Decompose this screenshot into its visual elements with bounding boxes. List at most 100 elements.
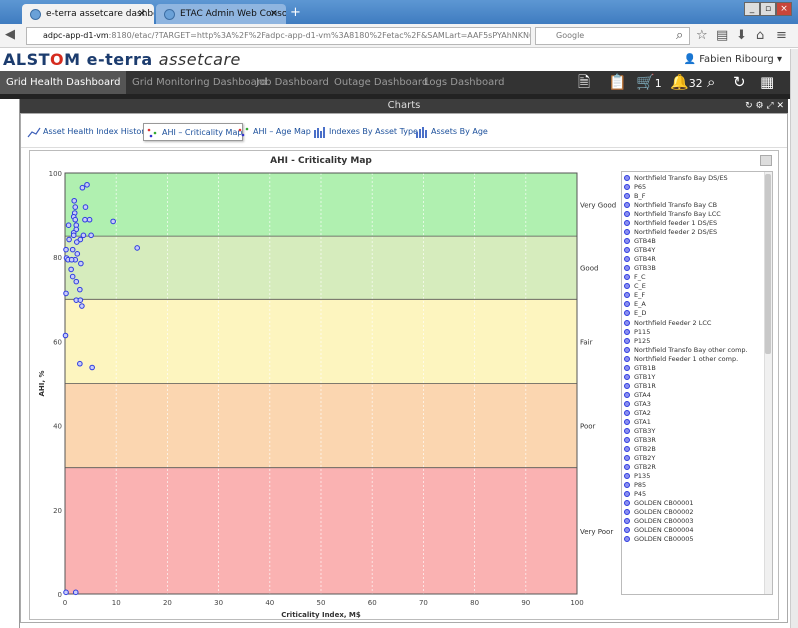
close-window-button[interactable]: ×	[776, 2, 792, 16]
legend-item[interactable]: GTA3	[624, 400, 762, 409]
legend-item[interactable]: Northfield Transfo Bay LCC	[624, 210, 762, 219]
maximize-window-button[interactable]: ▫	[760, 2, 776, 16]
panel-controls[interactable]: ↻ ⚙ ⤢ ✕	[745, 99, 784, 113]
legend-item[interactable]: C_E	[624, 282, 762, 291]
clipboard-icon[interactable]: ▤	[716, 28, 728, 43]
legend-item[interactable]: GTB3R	[624, 436, 762, 445]
data-point[interactable]	[72, 589, 79, 596]
data-point[interactable]	[72, 204, 79, 210]
back-arrow-icon[interactable]: ◀	[5, 27, 15, 42]
url-input[interactable]: adpc-app-d1-vm:8180/etac/?TARGET=http%3A…	[26, 27, 531, 45]
legend-item[interactable]: GOLDEN CB00005	[624, 535, 762, 544]
minimize-window-button[interactable]: _	[744, 2, 760, 16]
nav-logs-dashboard[interactable]: Logs Dashboard	[418, 71, 511, 94]
data-point[interactable]	[73, 239, 80, 245]
legend-item[interactable]: GTB2B	[624, 445, 762, 454]
tab-ahi-criticality-map[interactable]: AHI – Criticality Map	[143, 123, 244, 141]
legend-item[interactable]: GTA1	[624, 418, 762, 427]
data-point[interactable]	[69, 246, 76, 253]
data-point[interactable]	[63, 246, 69, 253]
grid-apps-icon[interactable]: ▦	[760, 73, 774, 91]
star-bookmark-icon[interactable]: ☆	[696, 28, 708, 43]
data-point[interactable]	[82, 216, 88, 223]
data-point[interactable]	[63, 589, 69, 596]
bell-icon[interactable]: 🔔32	[670, 73, 703, 93]
data-point[interactable]	[65, 222, 72, 229]
new-tab-button[interactable]: +	[290, 5, 301, 21]
legend-item[interactable]: GTB3Y	[624, 427, 762, 436]
data-point[interactable]	[134, 245, 140, 251]
data-point[interactable]	[74, 251, 81, 257]
data-point[interactable]	[68, 266, 74, 273]
legend-item[interactable]: GTB4Y	[624, 246, 762, 255]
legend-item[interactable]: P85	[624, 481, 762, 490]
legend-item[interactable]: Northfield feeder 2 DS/ES	[624, 228, 762, 237]
data-point[interactable]	[70, 232, 77, 239]
legend-item[interactable]: F_C	[624, 273, 762, 282]
legend-item[interactable]: P125	[624, 337, 762, 346]
refresh-icon[interactable]: ↻	[733, 73, 746, 91]
search-input[interactable]: Google	[535, 27, 690, 45]
home-icon[interactable]: ⌂	[756, 28, 764, 43]
page-scrollbar[interactable]	[790, 49, 798, 628]
data-point[interactable]	[62, 332, 69, 339]
export-document-icon[interactable]: 🗎	[578, 73, 590, 91]
legend-item[interactable]: Northfield Transfo Bay DS/ES	[624, 174, 762, 183]
data-point[interactable]	[78, 260, 84, 267]
export-chart-button[interactable]	[760, 155, 772, 166]
menu-icon[interactable]: ≡	[776, 28, 787, 43]
data-point[interactable]	[77, 360, 83, 367]
data-point[interactable]	[110, 218, 116, 225]
data-point[interactable]	[77, 286, 83, 293]
nav-grid-health-dashboard[interactable]: Grid Health Dashboard	[0, 71, 127, 94]
legend-item[interactable]: GTB1Y	[624, 373, 762, 382]
nav-job-dashboard[interactable]: Job Dashboard	[250, 71, 335, 94]
tab-ahi-age-map[interactable]: AHI – Age Map	[235, 123, 311, 141]
legend-item[interactable]: GTB1B	[624, 364, 762, 373]
legend-item[interactable]: GOLDEN CB00001	[624, 499, 762, 508]
data-point[interactable]	[86, 216, 93, 223]
data-point[interactable]	[71, 197, 78, 204]
tab-assets-by-age[interactable]: Assets By Age	[413, 123, 488, 141]
legend-item[interactable]: E_F	[624, 291, 762, 300]
data-point[interactable]	[73, 278, 80, 285]
close-tab-icon[interactable]: ×	[270, 4, 278, 24]
legend-item[interactable]: Northfield Feeder 2 LCC	[624, 319, 762, 328]
search-icon[interactable]: ⌕	[707, 73, 715, 91]
tab-indexes-by-asset-type[interactable]: Indexes By Asset Type	[311, 123, 418, 141]
legend-item[interactable]: GOLDEN CB00002	[624, 508, 762, 517]
legend-item[interactable]: GTB2Y	[624, 454, 762, 463]
data-point[interactable]	[63, 290, 69, 297]
legend-item[interactable]: E_A	[624, 300, 762, 309]
legend-item[interactable]: GTB1R	[624, 382, 762, 391]
legend-item[interactable]: P135	[624, 472, 762, 481]
legend-item[interactable]: GOLDEN CB00003	[624, 517, 762, 526]
legend-item[interactable]: GOLDEN CB00004	[624, 526, 762, 535]
legend-item[interactable]: P115	[624, 328, 762, 337]
legend-item[interactable]: GTB4B	[624, 237, 762, 246]
legend-item[interactable]: Northfield Transfo Bay CB	[624, 201, 762, 210]
legend-item[interactable]: B_F	[624, 192, 762, 201]
data-point[interactable]	[79, 184, 86, 191]
legend-item[interactable]: GTA2	[624, 409, 762, 418]
browser-tab-admin-console[interactable]: ETAC Admin Web Console ×	[156, 4, 286, 24]
data-point[interactable]	[79, 303, 85, 309]
data-point[interactable]	[66, 236, 72, 243]
cart-icon[interactable]: 🛒1	[636, 73, 662, 93]
legend-item[interactable]: GTB3B	[624, 264, 762, 273]
legend-item[interactable]: Northfield feeder 1 DS/ES	[624, 219, 762, 228]
legend-item[interactable]: GTB2R	[624, 463, 762, 472]
legend-item[interactable]: P65	[624, 183, 762, 192]
data-point[interactable]	[68, 256, 75, 263]
clipboard-list-icon[interactable]: 📋	[608, 73, 627, 91]
user-menu[interactable]: 👤 Fabien Ribourg ▾	[684, 54, 782, 65]
legend-scroll-thumb[interactable]	[765, 174, 771, 354]
legend-item[interactable]: P45	[624, 490, 762, 499]
legend-scrollbar[interactable]	[764, 172, 772, 594]
legend-item[interactable]: Northfield Transfo Bay other comp.	[624, 346, 762, 355]
data-point[interactable]	[72, 216, 79, 223]
tab-asset-health-index-history[interactable]: Asset Health Index History	[25, 123, 149, 141]
browser-tab-assetcare[interactable]: e-terra assetcare dashboard ×	[22, 4, 154, 24]
legend-item[interactable]: GTB4R	[624, 255, 762, 264]
legend-item[interactable]: GTA4	[624, 391, 762, 400]
